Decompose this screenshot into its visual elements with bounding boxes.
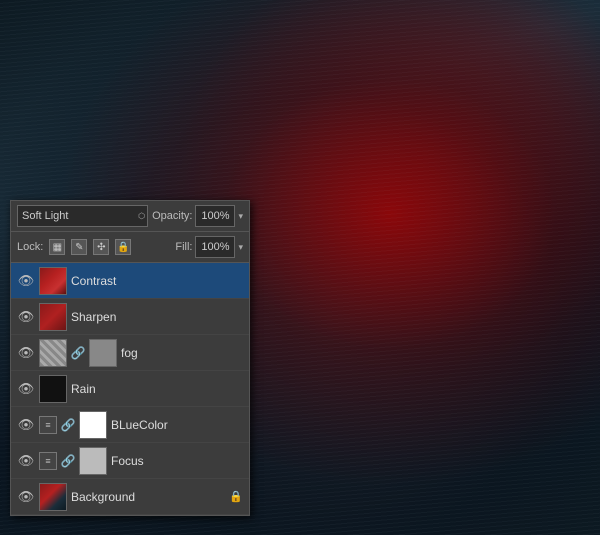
- layer-name-focus: Focus: [111, 454, 243, 468]
- layer-name-fog: fog: [121, 346, 243, 360]
- layer-name-contrast: Contrast: [71, 274, 243, 288]
- layer-name-rain: Rain: [71, 382, 243, 396]
- layer-row-contrast[interactable]: 👁 Contrast: [11, 263, 249, 299]
- opacity-section: Opacity: 100% ▾: [152, 205, 243, 227]
- layer-thumb-contrast: [39, 267, 67, 295]
- layers-panel: Soft Light Opacity: 100% ▾ Lock: ▦ ✎ ✣ 🔒…: [10, 200, 250, 516]
- opacity-value[interactable]: 100%: [195, 205, 235, 227]
- lock-position-icon[interactable]: ✎: [71, 239, 87, 255]
- fill-value[interactable]: 100%: [195, 236, 235, 258]
- layer-thumb-focus: [79, 447, 107, 475]
- visibility-toggle-background[interactable]: 👁: [17, 488, 35, 506]
- blend-mode-select[interactable]: Soft Light: [17, 205, 148, 227]
- layer-name-sharpen: Sharpen: [71, 310, 243, 324]
- layer-thumb-bluecolor: [79, 411, 107, 439]
- chain-icon-focus: 🔗: [61, 454, 75, 468]
- opacity-arrow-icon[interactable]: ▾: [238, 211, 243, 222]
- mask-thumb-fog: [89, 339, 117, 367]
- layer-thumb-fog: [39, 339, 67, 367]
- visibility-toggle-rain[interactable]: 👁: [17, 380, 35, 398]
- chain-icon-fog: 🔗: [71, 346, 85, 360]
- layer-thumb-sharpen: [39, 303, 67, 331]
- opacity-label: Opacity:: [152, 210, 192, 222]
- blend-mode-wrapper[interactable]: Soft Light: [17, 205, 148, 227]
- visibility-toggle-focus[interactable]: 👁: [17, 452, 35, 470]
- layer-name-background: Background: [71, 490, 225, 504]
- visibility-toggle-bluecolor[interactable]: 👁: [17, 416, 35, 434]
- layer-row-bluecolor[interactable]: 👁≡ 🔗 BLueColor: [11, 407, 249, 443]
- fill-label: Fill:: [175, 241, 192, 253]
- lock-label: Lock:: [17, 241, 43, 253]
- lock-pixels-icon[interactable]: ▦: [49, 239, 65, 255]
- layers-list: 👁Contrast👁Sharpen👁🔗fog👁Rain👁≡🔗BLueColor👁…: [11, 263, 249, 515]
- layer-thumb-rain: [39, 375, 67, 403]
- layer-row-focus[interactable]: 👁≡ 🔗 Focus: [11, 443, 249, 479]
- visibility-toggle-fog[interactable]: 👁: [17, 344, 35, 362]
- fill-arrow-icon[interactable]: ▾: [238, 242, 243, 253]
- fill-section: Fill: 100% ▾: [175, 236, 243, 258]
- lock-all-icon[interactable]: 🔒: [115, 239, 131, 255]
- blend-opacity-row: Soft Light Opacity: 100% ▾: [11, 201, 249, 232]
- layer-name-bluecolor: BLueColor: [111, 418, 243, 432]
- layer-row-fog[interactable]: 👁 🔗 fog: [11, 335, 249, 371]
- layer-row-sharpen[interactable]: 👁 Sharpen: [11, 299, 249, 335]
- chain-icon-bluecolor: 🔗: [61, 418, 75, 432]
- adjustment-icon-bluecolor: ≡: [39, 416, 57, 434]
- layer-row-background[interactable]: 👁 Background 🔒: [11, 479, 249, 515]
- lock-fill-row: Lock: ▦ ✎ ✣ 🔒 Fill: 100% ▾: [11, 232, 249, 263]
- visibility-toggle-sharpen[interactable]: 👁: [17, 308, 35, 326]
- layer-lock-icon-background: 🔒: [229, 490, 243, 503]
- layer-row-rain[interactable]: 👁 Rain: [11, 371, 249, 407]
- layer-thumb-background: [39, 483, 67, 511]
- visibility-toggle-contrast[interactable]: 👁: [17, 272, 35, 290]
- adjustment-icon-focus: ≡: [39, 452, 57, 470]
- lock-move-icon[interactable]: ✣: [93, 239, 109, 255]
